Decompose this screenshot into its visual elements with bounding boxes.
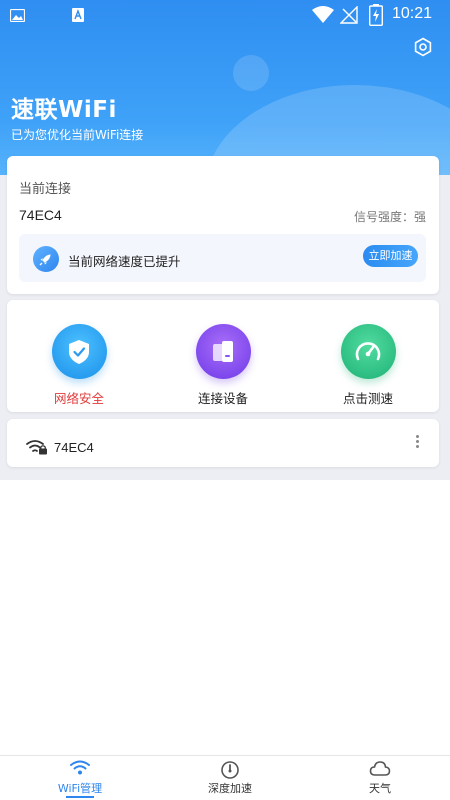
boost-banner: 当前网络速度已提升 立即加速 [19,234,426,282]
nav-weather-label: 天气 [369,782,391,795]
more-options-icon[interactable] [414,435,420,453]
status-time: 10:21 [392,5,433,22]
wifi-lock-icon [26,440,47,455]
current-connection-card: 当前连接 74EC4 信号强度：强 当前网络速度已提升 立即加速 [7,156,439,294]
nav-boost-label: 深度加速 [208,782,252,795]
current-ssid: 74EC4 [19,207,62,223]
decorative-bubble-small [233,55,269,91]
speed-test-button[interactable]: 点击测速 [313,324,423,407]
boost-gauge-icon [221,761,239,779]
rocket-icon [33,246,59,272]
battery-charging-icon [369,4,383,26]
speedometer-icon [340,324,396,379]
devices-icon [195,324,251,379]
connected-devices-button[interactable]: 连接设备 [168,324,278,407]
nav-weather[interactable]: 天气 [330,756,430,800]
cloud-icon [369,761,391,776]
network-security-button[interactable]: 网络安全 [24,324,134,407]
app-title: 速联WiFi [11,97,117,123]
nav-deep-boost[interactable]: 深度加速 [180,756,280,800]
boost-status-text: 当前网络速度已提升 [68,254,181,269]
status-bar: 10:21 [0,0,450,30]
boost-now-button[interactable]: 立即加速 [363,245,418,267]
nav-wifi-management[interactable]: WiFi管理 [30,756,130,800]
signal-status-icon [340,6,358,24]
wifi-icon [70,760,90,775]
wifi-status-icon [312,6,334,23]
app-subtitle: 已为您优化当前WiFi连接 [11,128,144,142]
bottom-navigation: WiFi管理 深度加速 天气 [0,755,450,800]
network-ssid: 74EC4 [54,440,94,455]
settings-icon[interactable] [413,37,433,57]
signal-strength: 信号强度：强 [353,210,426,224]
tools-card: 网络安全 连接设备 点击测速 [7,300,439,412]
image-notification-icon [10,9,25,22]
shield-check-icon [51,324,107,379]
current-connection-label: 当前连接 [19,182,72,197]
nav-wifi-label: WiFi管理 [57,782,103,795]
speed-test-label: 点击测速 [342,391,393,406]
connected-devices-label: 连接设备 [197,391,248,406]
network-security-label: 网络安全 [53,391,104,406]
active-tab-indicator [66,796,94,798]
a-notification-icon [72,8,84,22]
network-list-item[interactable]: 74EC4 [7,419,439,467]
